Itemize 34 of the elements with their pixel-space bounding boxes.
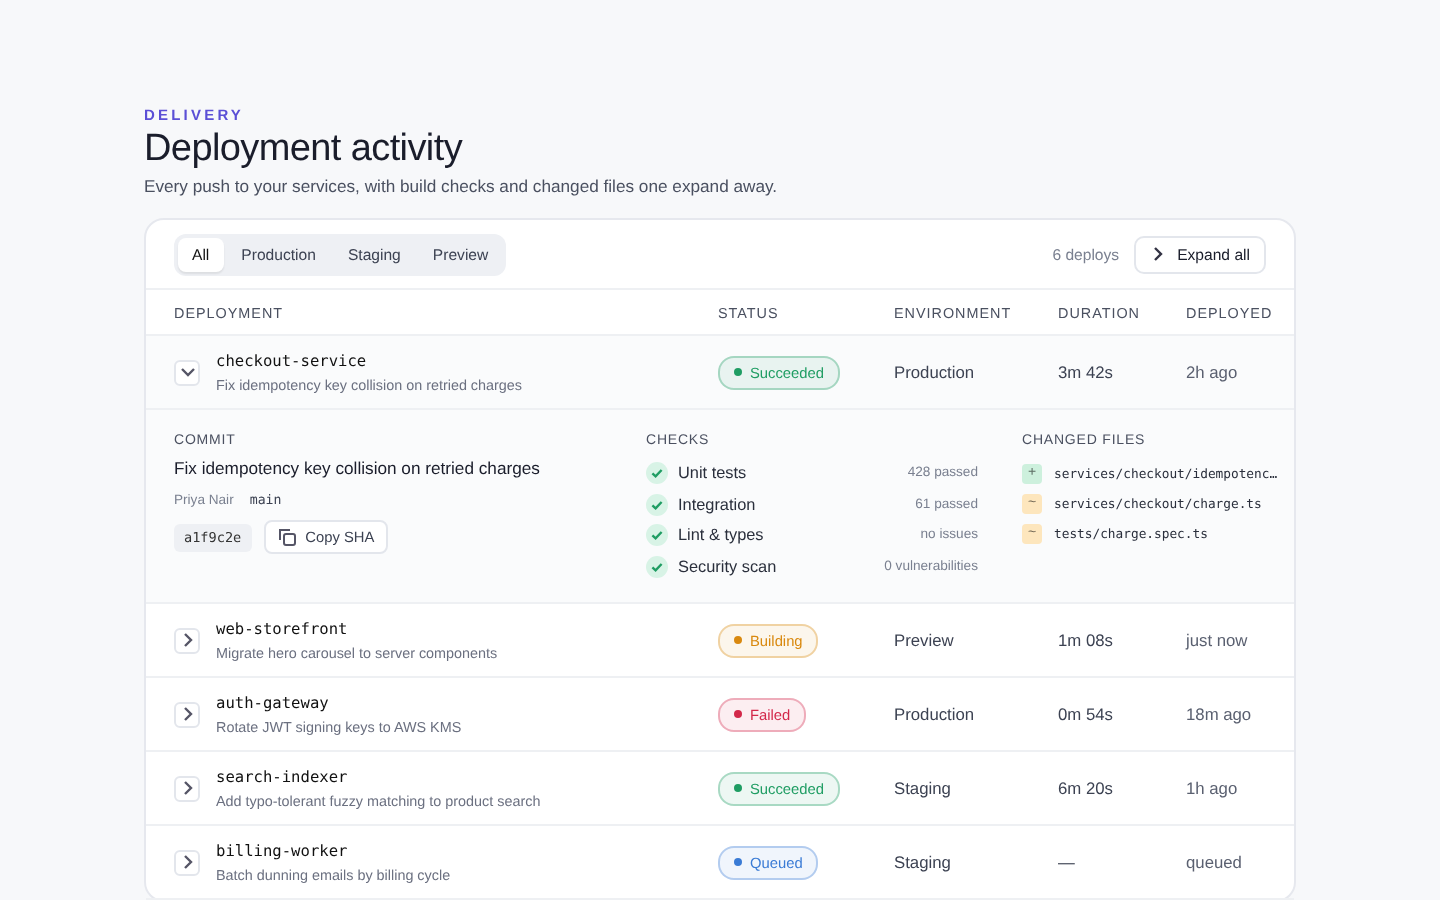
chevron-right-icon xyxy=(1149,246,1166,262)
expand-toggle[interactable] xyxy=(174,359,200,385)
chevron-right-icon xyxy=(179,632,195,648)
expand-toggle[interactable] xyxy=(174,627,200,653)
expand-toggle[interactable] xyxy=(174,775,200,801)
check-name: Unit tests xyxy=(678,464,749,483)
table-cell-text: Staging xyxy=(894,852,953,872)
commit-title: Fix idempotency key collision on retried charges xyxy=(174,458,542,478)
copy-icon xyxy=(277,528,296,546)
page-title: Deployment activity xyxy=(144,128,465,172)
table-cell-text: just now xyxy=(1186,630,1250,650)
table-cell-text: queued xyxy=(1186,852,1244,872)
table-cell-text: 3m 42s xyxy=(1058,362,1115,382)
chevron-right-icon xyxy=(179,854,195,870)
table-cell-text: 6m 20s xyxy=(1058,778,1115,798)
table-cell-text: 18m ago xyxy=(1186,704,1254,724)
table-cell-text: 2h ago xyxy=(1186,362,1240,382)
table-cell-text: Preview xyxy=(894,630,956,650)
check-name: Security scan xyxy=(678,558,779,577)
table-cell-text: 1m 08s xyxy=(1058,630,1115,650)
chevron-right-icon xyxy=(179,706,195,722)
table-cell-text: Staging xyxy=(894,778,953,798)
table-cell-text: — xyxy=(1058,852,1077,872)
chevron-right-icon xyxy=(179,780,195,796)
check-name: Integration xyxy=(678,495,758,514)
table-cell-text: 0m 54s xyxy=(1058,704,1115,724)
check-name: Lint & types xyxy=(678,526,766,545)
expand-toggle[interactable] xyxy=(174,849,200,875)
page-subtitle: Every push to your services, with build checks and changed files one expand away. xyxy=(144,176,780,198)
table-cell-text: Production xyxy=(894,362,977,382)
table-cell-text: Production xyxy=(894,704,977,724)
table-cell-text: 1h ago xyxy=(1186,778,1240,798)
expand-toggle[interactable] xyxy=(174,701,200,727)
chevron-down-icon xyxy=(179,364,195,380)
